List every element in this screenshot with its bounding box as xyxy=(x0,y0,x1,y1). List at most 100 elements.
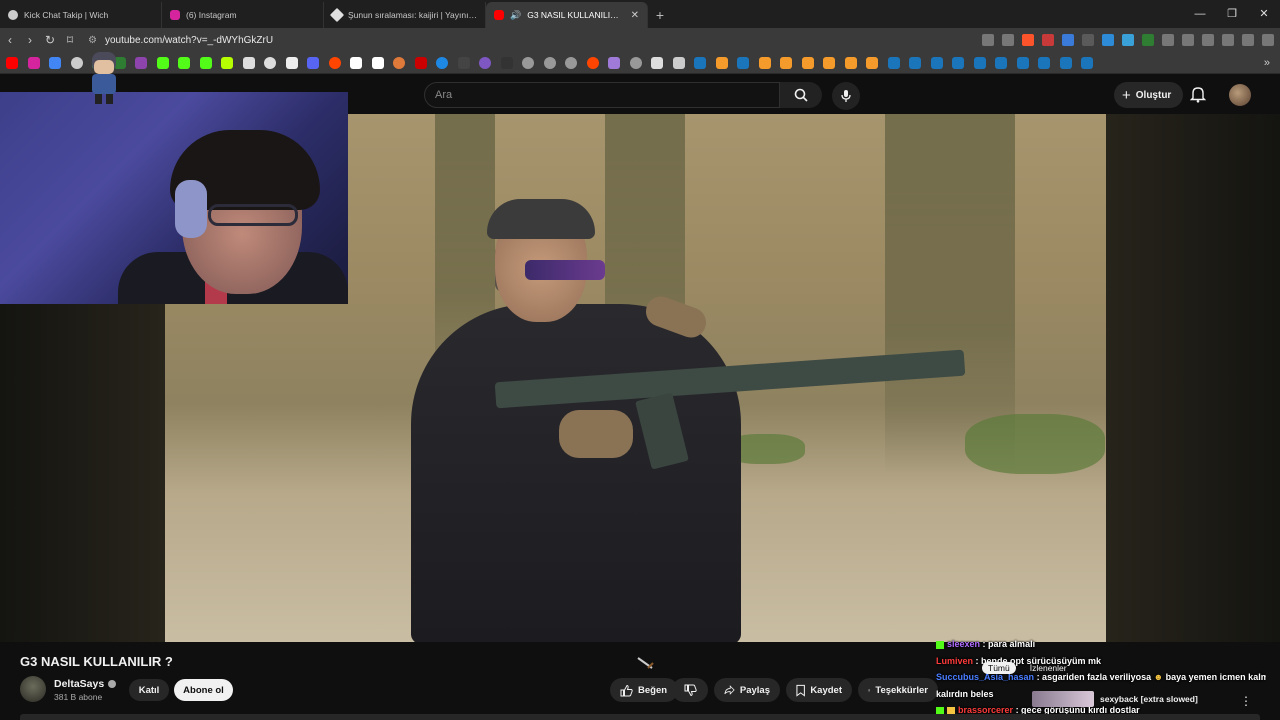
steam-bookmark-icon[interactable] xyxy=(1081,56,1093,69)
globe-bookmark-icon[interactable] xyxy=(70,56,83,69)
tab-ranking[interactable]: Şunun sıralaması: kaijiri | Yayınını güç xyxy=(324,2,486,28)
instagram-bookmark-icon[interactable] xyxy=(27,56,40,69)
bookmark-icon[interactable] xyxy=(307,56,319,69)
minimize-icon[interactable]: — xyxy=(1184,0,1216,28)
cast-icon[interactable] xyxy=(982,34,994,46)
subscribe-button[interactable]: Abone ol xyxy=(174,679,233,701)
steam-bookmark-icon[interactable] xyxy=(1038,56,1050,69)
speaker-icon[interactable]: 🔊 xyxy=(510,10,521,21)
bookmark-icon[interactable] xyxy=(543,56,556,69)
steam-bookmark-icon[interactable] xyxy=(1059,56,1072,69)
channel-name[interactable]: DeltaSays xyxy=(54,678,117,690)
steam-bookmark-icon[interactable] xyxy=(887,56,900,69)
reddit-bookmark-icon[interactable] xyxy=(328,56,341,69)
bookmark-icon[interactable] xyxy=(221,56,233,69)
extension-icon[interactable] xyxy=(1142,34,1154,46)
puzzle-icon[interactable] xyxy=(1182,34,1194,46)
search-button[interactable] xyxy=(780,82,822,108)
new-tab-button[interactable]: + xyxy=(648,2,672,28)
save-button[interactable]: Kaydet xyxy=(786,678,852,702)
restore-icon[interactable]: ❐ xyxy=(1216,0,1248,28)
forward-icon[interactable]: › xyxy=(20,33,40,47)
close-window-icon[interactable]: ✕ xyxy=(1248,0,1280,28)
bookmark-icon[interactable] xyxy=(801,56,814,69)
bookmark-icon[interactable] xyxy=(780,56,792,69)
share-button[interactable]: Paylaş xyxy=(714,678,780,702)
anchor-bookmark-icon[interactable] xyxy=(242,56,255,69)
url-field[interactable]: ⚙ youtube.com/watch?v=_-dWYhGkZrU xyxy=(88,35,273,46)
now-playing-item[interactable]: sexyback [extra slowed] xyxy=(1032,691,1242,707)
translate-bookmark-icon[interactable] xyxy=(49,56,61,69)
extension-icon[interactable] xyxy=(1042,34,1054,46)
thanks-button[interactable]: $ Teşekkürler xyxy=(858,678,938,702)
search-input[interactable]: Ara xyxy=(424,82,780,108)
more-bookmarks-icon[interactable]: » xyxy=(1264,57,1270,69)
reddit-bookmark-icon[interactable] xyxy=(586,56,599,69)
back-icon[interactable]: ‹ xyxy=(0,33,20,47)
steam-bookmark-icon[interactable] xyxy=(952,56,964,69)
dislike-button[interactable] xyxy=(672,678,708,702)
bookmark-icon[interactable] xyxy=(715,56,728,69)
bookmark-icon[interactable] xyxy=(500,56,513,69)
kick-bookmark-icon[interactable] xyxy=(199,56,212,69)
filter-tab-all[interactable]: Tümü xyxy=(982,662,1016,674)
account-avatar[interactable] xyxy=(1229,84,1251,106)
bookmark-icon[interactable] xyxy=(629,56,642,69)
bookmark-icon[interactable]: ⌑ xyxy=(60,33,80,47)
sidebar-icon[interactable] xyxy=(1202,34,1214,46)
music-icon[interactable] xyxy=(1242,34,1254,46)
youtube-bookmark-icon[interactable] xyxy=(6,56,18,69)
brave-shield-icon[interactable] xyxy=(1022,34,1034,46)
bookmark-icon[interactable] xyxy=(350,56,362,69)
reload-icon[interactable]: ↻ xyxy=(40,33,60,47)
bookmark-icon[interactable] xyxy=(436,56,448,69)
steam-bookmark-icon[interactable] xyxy=(737,56,749,69)
create-button[interactable]: + Oluştur xyxy=(1114,82,1184,108)
share-icon[interactable] xyxy=(1002,34,1014,46)
extension-icon[interactable] xyxy=(1082,34,1094,46)
extension-icon[interactable] xyxy=(1122,34,1134,46)
filter-tab-watched[interactable]: İzlenenler xyxy=(1024,662,1073,674)
steam-bookmark-icon[interactable] xyxy=(995,56,1007,69)
kick-bookmark-icon[interactable] xyxy=(156,56,169,69)
steam-bookmark-icon[interactable] xyxy=(694,56,706,69)
folder-icon[interactable] xyxy=(672,56,685,69)
bookmark-icon[interactable] xyxy=(758,56,771,69)
tab-kick-chat[interactable]: Kick Chat Takip | Wich xyxy=(0,2,162,28)
bookmark-icon[interactable] xyxy=(608,56,620,69)
menu-icon[interactable] xyxy=(1262,34,1274,46)
steam-bookmark-icon[interactable] xyxy=(973,56,986,69)
bookmark-icon[interactable] xyxy=(264,56,276,69)
bookmark-icon[interactable] xyxy=(844,56,857,69)
steam-bookmark-icon[interactable] xyxy=(909,56,921,69)
steam-bookmark-icon[interactable] xyxy=(930,56,943,69)
steam-bookmark-icon[interactable] xyxy=(1016,56,1029,69)
bookmark-icon[interactable] xyxy=(565,56,577,69)
notifications-bell-icon[interactable] xyxy=(1190,85,1206,103)
voice-search-button[interactable] xyxy=(832,82,860,110)
bookmark-icon[interactable] xyxy=(414,56,427,69)
bookmark-icon[interactable] xyxy=(651,56,663,69)
extension-icon[interactable] xyxy=(1162,34,1174,46)
extension-icon[interactable] xyxy=(1062,34,1074,46)
kick-bookmark-icon[interactable] xyxy=(178,56,190,69)
bookmark-icon[interactable] xyxy=(866,56,878,69)
bookmark-icon[interactable] xyxy=(479,56,491,69)
more-options-icon[interactable]: ⋮ xyxy=(1240,694,1252,708)
site-info-icon[interactable]: ⚙ xyxy=(88,35,97,46)
channel-avatar[interactable] xyxy=(20,676,46,702)
bookmark-icon[interactable] xyxy=(522,56,534,69)
tab-youtube-video[interactable]: 🔊 G3 NASIL KULLANILIR ? - You ✕ xyxy=(486,2,648,28)
close-tab-icon[interactable]: ✕ xyxy=(631,10,639,21)
extension-icon[interactable] xyxy=(1102,34,1114,46)
download-icon[interactable] xyxy=(1222,34,1234,46)
bookmark-icon[interactable] xyxy=(371,56,384,69)
bookmark-icon[interactable] xyxy=(457,56,470,69)
join-button[interactable]: Katıl xyxy=(129,679,169,701)
x-bookmark-icon[interactable] xyxy=(285,56,298,69)
bookmark-icon[interactable] xyxy=(393,56,405,69)
twitch-bookmark-icon[interactable] xyxy=(135,56,147,69)
bookmark-icon[interactable] xyxy=(823,56,835,69)
like-button[interactable]: Beğen xyxy=(610,678,678,702)
tab-instagram[interactable]: (6) Instagram xyxy=(162,2,324,28)
